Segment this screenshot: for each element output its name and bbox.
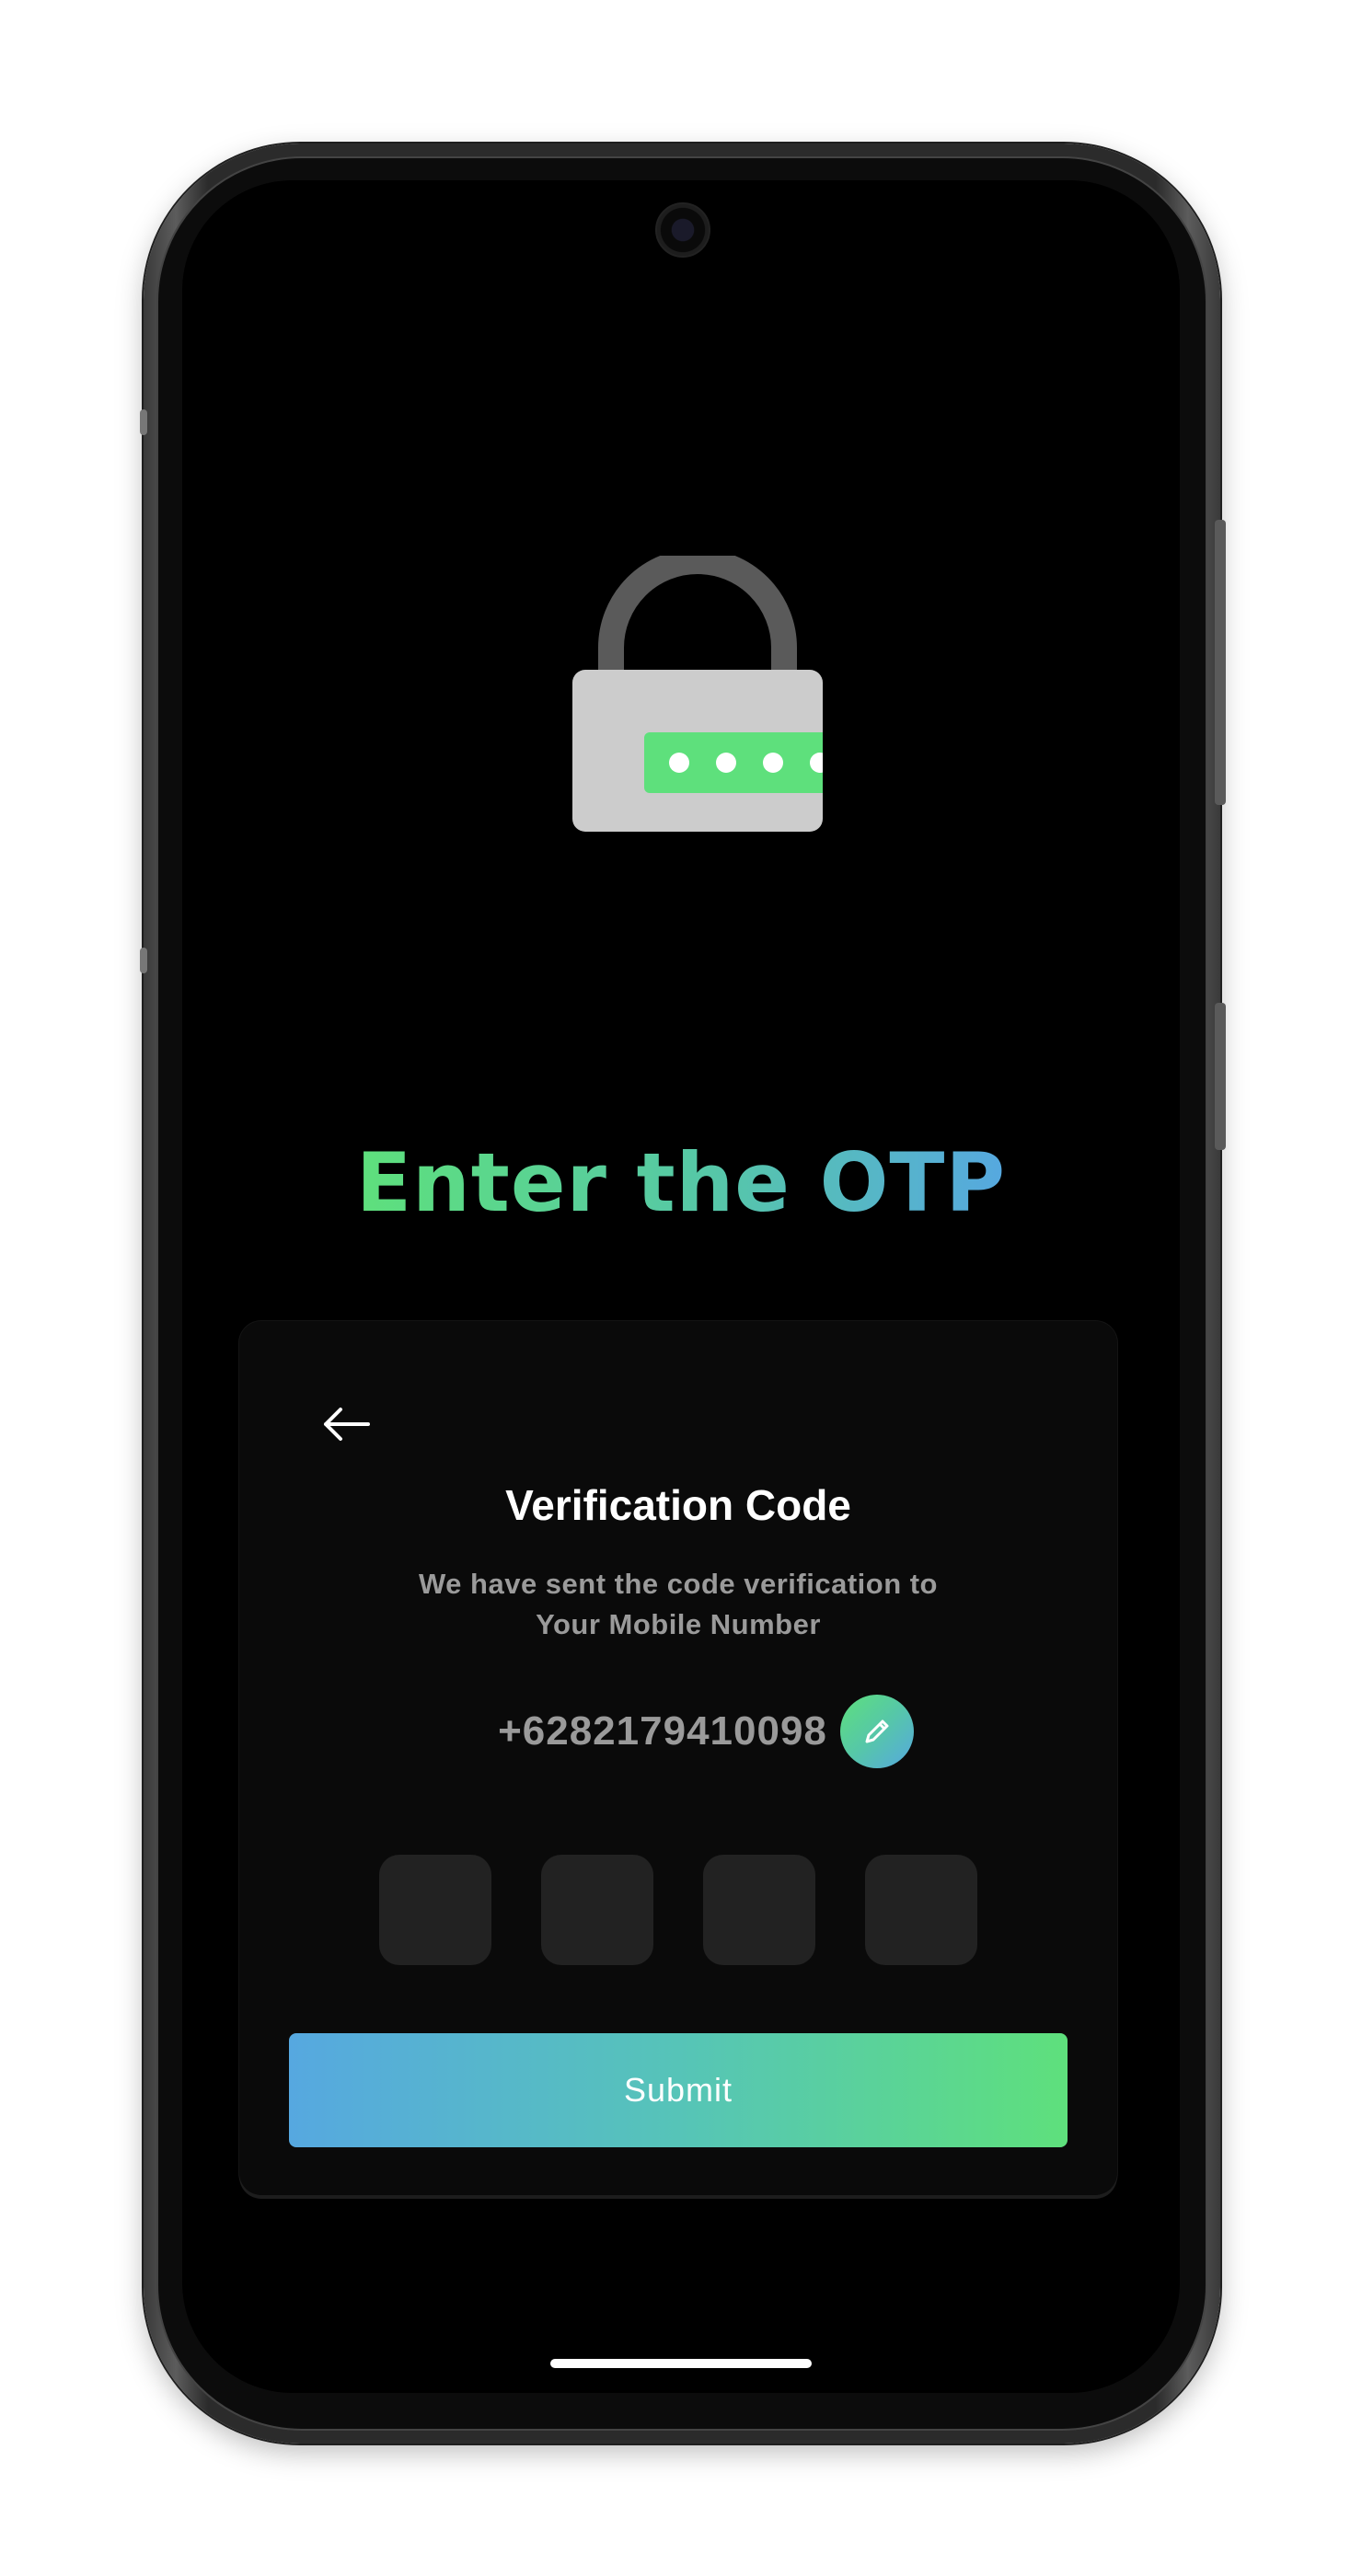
phone-number: +6282179410098 — [498, 1708, 827, 1754]
antenna-line — [140, 948, 147, 973]
verification-card: Verification Code We have sent the code … — [239, 1321, 1117, 2195]
card-subtitle: We have sent the code verification to Yo… — [239, 1564, 1117, 1645]
otp-input-group — [239, 1855, 1117, 1965]
volume-button — [1215, 1003, 1226, 1150]
password-dot — [716, 753, 736, 773]
page-title-text: Enter the OTP — [356, 1135, 1006, 1230]
password-dot — [763, 753, 783, 773]
otp-digit-3[interactable] — [703, 1855, 815, 1965]
power-button — [1215, 520, 1226, 805]
subtitle-line: Your Mobile Number — [536, 1608, 821, 1640]
card-title: Verification Code — [505, 1481, 851, 1529]
otp-digit-1[interactable] — [379, 1855, 491, 1965]
antenna-line — [140, 409, 147, 435]
otp-digit-4[interactable] — [865, 1855, 977, 1965]
arrow-left-icon — [324, 1408, 370, 1441]
password-dot — [669, 753, 689, 773]
home-indicator[interactable] — [550, 2359, 812, 2368]
app-screen: Enter the OTP Verification Code We have … — [182, 180, 1180, 2393]
page-title: Enter the OTP — [182, 1128, 1180, 1238]
edit-phone-button[interactable] — [839, 1695, 914, 1768]
front-camera — [655, 202, 710, 258]
subtitle-line: We have sent the code verification to — [418, 1568, 938, 1600]
phone-number-row: +6282179410098 — [239, 1693, 1117, 1770]
padlock-password-icon — [572, 556, 823, 832]
otp-digit-2[interactable] — [541, 1855, 653, 1965]
back-button[interactable] — [318, 1397, 374, 1452]
submit-button[interactable]: Submit — [289, 2033, 1068, 2147]
pencil-icon — [865, 1719, 889, 1743]
